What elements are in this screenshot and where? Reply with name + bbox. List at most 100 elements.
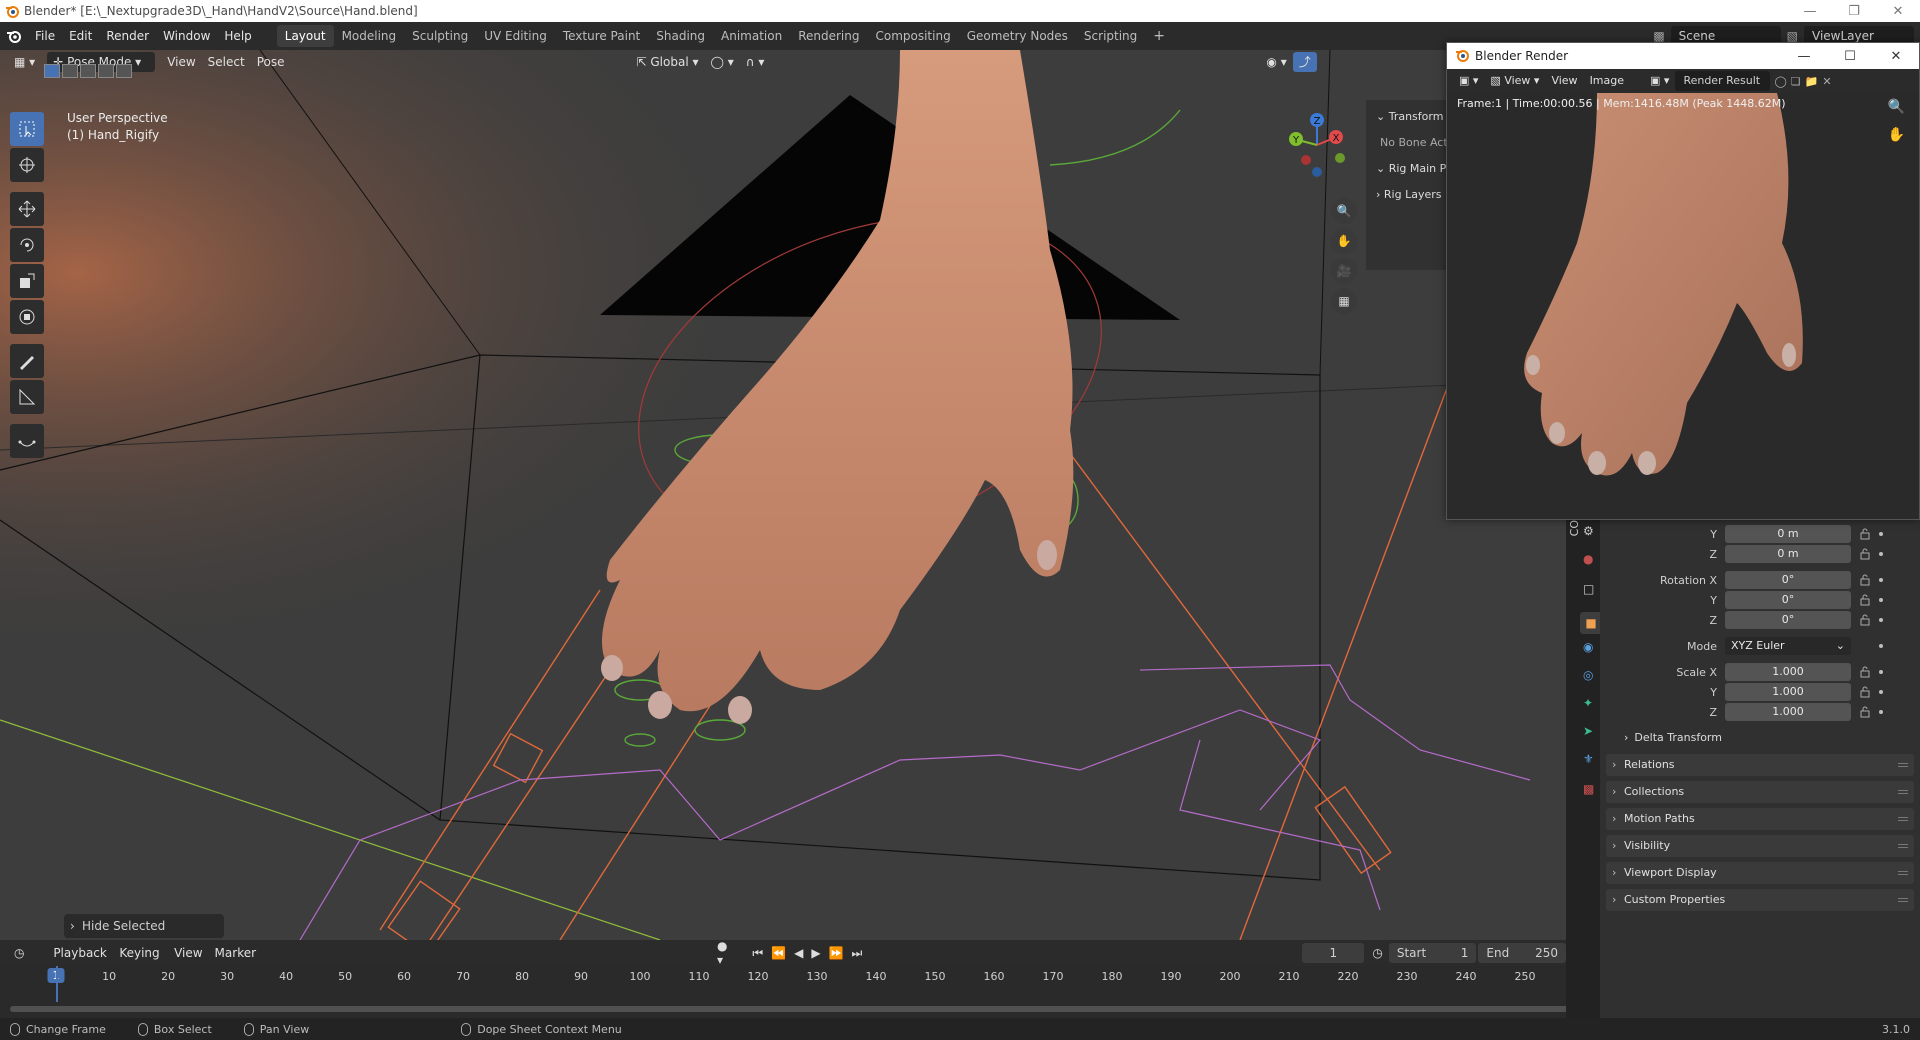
overlay-icon[interactable]: ◉ ▾ [1260,52,1292,72]
image-browse-icon[interactable]: ▣ ▾ [1644,71,1675,91]
collections-panel[interactable]: › Collections [1606,781,1914,803]
jump-start-icon[interactable]: ⏮ [752,946,763,961]
scale-z-field[interactable]: 1.000 [1725,703,1851,721]
lock-icon[interactable] [1859,614,1871,626]
scale-tool[interactable] [10,264,44,298]
play-icon[interactable]: ▶ [811,946,820,960]
tab-modeling[interactable]: Modeling [334,25,405,47]
keyframe-dot[interactable] [1879,578,1883,582]
menu-pose[interactable]: Pose [251,52,291,72]
keyframe-dot[interactable] [1879,710,1883,714]
transform-orientation[interactable]: ⇱ Global ▾ [631,52,705,72]
tab-uv-editing[interactable]: UV Editing [476,25,555,47]
menu-view[interactable]: View [161,52,201,72]
tab-scripting[interactable]: Scripting [1076,25,1145,47]
relations-panel[interactable]: › Relations [1606,754,1914,776]
lock-icon[interactable] [1859,666,1871,678]
delta-transform-subpanel[interactable]: › Delta Transform [1624,728,1722,748]
keyframe-dot[interactable] [1879,552,1883,556]
tab-animation[interactable]: Animation [713,25,790,47]
keyframe-dot[interactable] [1879,670,1883,674]
menu-select[interactable]: Select [202,52,251,72]
select-new-icon[interactable] [44,64,60,78]
render-close-button[interactable]: ✕ [1873,43,1919,69]
location-y-field[interactable]: 0 m [1725,525,1851,543]
scale-x-field[interactable]: 1.000 [1725,663,1851,681]
drag-grip-icon[interactable] [1898,763,1908,767]
select-subtract-icon[interactable] [80,64,96,78]
drag-grip-icon[interactable] [1898,817,1908,821]
close-button[interactable]: ✕ [1876,0,1920,22]
select-extend-icon[interactable] [62,64,78,78]
timeline-editor-type-icon[interactable]: ◷ ▾ [8,943,37,980]
lock-icon[interactable] [1859,706,1871,718]
rig-layers-panel[interactable]: › Rig Layers [1366,182,1446,208]
lock-icon[interactable] [1859,548,1871,560]
world-tab-icon[interactable]: ● [1583,552,1593,566]
new-image-icon[interactable]: ❏ [1791,75,1801,88]
pivot-icon[interactable]: ◯ ▾ [705,52,740,72]
visibility-panel[interactable]: › Visibility [1606,835,1914,857]
tool-tab-icon[interactable]: ⚙ [1583,524,1594,538]
zoom-icon[interactable]: 🔍 [1331,198,1357,224]
render-minimize-button[interactable]: — [1781,43,1827,69]
render-maximize-button[interactable]: ☐ [1827,43,1873,69]
editor-type-icon[interactable]: ▦ ▾ [8,52,41,72]
bone-constraint-tab-icon[interactable]: ⚜ [1583,752,1594,766]
select-invert-icon[interactable] [98,64,114,78]
menu-file[interactable]: File [28,25,62,47]
ortho-grid-icon[interactable]: ▦ [1331,288,1357,314]
rotation-x-field[interactable]: 0° [1725,571,1851,589]
render-zoom-icon[interactable]: 🔍 [1888,99,1905,115]
keyframe-dot[interactable] [1879,618,1883,622]
fake-user-icon[interactable]: ◯ [1774,75,1786,88]
collection-tab-icon[interactable]: □ [1583,582,1594,596]
particles-tab-icon[interactable]: ✦ [1583,696,1593,710]
view-layer-icon[interactable]: ▧ [1787,29,1798,43]
timeline-area[interactable]: 1102030405060708090100110120130140150160… [0,966,1570,1018]
viewport-display-panel[interactable]: › Viewport Display [1606,862,1914,884]
menu-playback[interactable]: Playback ▾ [47,943,113,980]
play-reverse-icon[interactable]: ◀ [794,946,803,960]
menu-window[interactable]: Window [156,25,217,47]
rotation-z-field[interactable]: 0° [1725,611,1851,629]
jump-end-icon[interactable]: ⏭ [852,946,863,961]
keyframe-dot[interactable] [1879,690,1883,694]
gizmo-toggle-icon[interactable]: ⤴ [1292,52,1317,72]
image-editor-type-icon[interactable]: ▣ ▾ [1453,71,1484,91]
move-tool[interactable] [10,192,44,226]
tab-layout[interactable]: Layout [276,25,334,47]
add-workspace-button[interactable]: + [1145,25,1173,47]
lock-icon[interactable] [1859,686,1871,698]
select-box-tool[interactable] [10,112,44,146]
custom-properties-panel[interactable]: › Custom Properties [1606,889,1914,911]
rotate-tool[interactable] [10,228,44,262]
scene-icon[interactable]: ▩ [1653,29,1664,43]
motion-paths-panel[interactable]: › Motion Paths [1606,808,1914,830]
timeline-scrollbar[interactable] [10,1006,1570,1012]
tab-compositing[interactable]: Compositing [867,25,958,47]
texture-tab-icon[interactable]: ▩ [1583,782,1594,796]
camera-view-icon[interactable]: 🎥 [1331,258,1357,284]
clock-icon[interactable]: ◷ [1372,946,1382,960]
current-frame-field[interactable]: 1 [1302,943,1365,963]
menu-timeline-view[interactable]: View [168,943,208,963]
scale-y-field[interactable]: 1.000 [1725,683,1851,701]
menu-marker[interactable]: Marker [209,943,262,963]
keyframe-dot[interactable] [1879,532,1883,536]
pan-hand-icon[interactable]: ✋ [1331,228,1357,254]
image-name-field[interactable]: Render Result [1675,71,1771,91]
drag-grip-icon[interactable] [1898,844,1908,848]
select-intersect-icon[interactable] [116,64,132,78]
minimize-button[interactable]: — [1788,0,1832,22]
drag-grip-icon[interactable] [1898,790,1908,794]
rotation-mode-dropdown[interactable]: XYZ Euler ⌄ [1725,637,1851,655]
record-icon[interactable]: ● ▾ [717,939,734,967]
maximize-button[interactable]: ❐ [1832,0,1876,22]
rotation-y-field[interactable]: 0° [1725,591,1851,609]
3d-viewport[interactable]: ▦ ▾ ✛ Pose Mode ▾ View Select Pose ⇱ Glo… [0,50,1566,940]
menu-help[interactable]: Help [217,25,258,47]
tab-rendering[interactable]: Rendering [790,25,867,47]
constraint-tab-icon[interactable]: ◎ [1583,668,1593,682]
unlink-image-icon[interactable]: ✕ [1822,75,1831,88]
